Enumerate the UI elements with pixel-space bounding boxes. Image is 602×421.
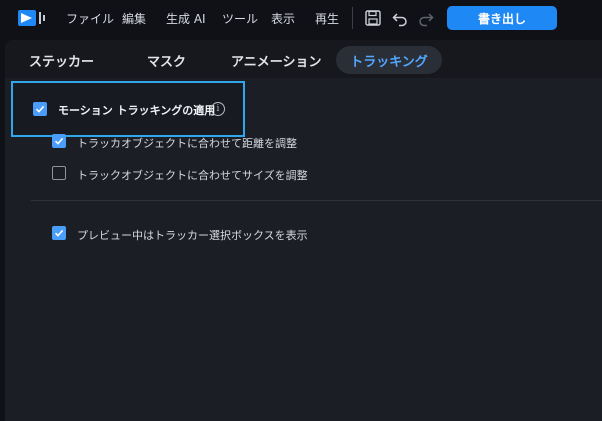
tab-tracking[interactable]: トラッキング [336,46,442,74]
adjust-size-label: トラックオブジェクトに合わせてサイズを調整 [77,169,308,182]
menu-tools[interactable]: ツール [222,10,258,27]
check-icon [35,105,45,113]
menu-edit[interactable]: 編集 [122,10,146,27]
tab-stickers[interactable]: ステッカー [17,46,106,74]
info-icon[interactable]: i [211,102,225,116]
check-icon [54,137,64,145]
menu-view[interactable]: 表示 [271,10,295,27]
show-tracker-box-label: プレビュー中はトラッカー選択ボックスを表示 [77,229,308,242]
redo-icon[interactable] [417,9,435,27]
apply-motion-tracking-label: モーション トラッキングの適用 [58,104,216,117]
section-divider [31,200,602,201]
show-tracker-box-checkbox[interactable] [52,226,66,240]
app-logo-icon[interactable] [18,8,48,28]
properties-panel: ステッカー マスク アニメーション トラッキング モーション トラッキングの適用… [5,40,602,421]
adjust-distance-checkbox[interactable] [52,134,66,148]
menu-bar: ファイル 編集 生成 AI ツール 表示 再生 書き出し [0,0,602,36]
tab-animation[interactable]: アニメーション [219,46,333,74]
adjust-size-checkbox[interactable] [52,166,66,180]
menu-divider [352,7,353,29]
tab-bar: ステッカー マスク アニメーション トラッキング [5,40,602,78]
tab-mask[interactable]: マスク [135,46,198,74]
save-icon[interactable] [364,9,382,27]
menu-playback[interactable]: 再生 [315,10,339,27]
menu-file[interactable]: ファイル [66,10,114,27]
undo-icon[interactable] [391,9,409,27]
menu-generative-ai[interactable]: 生成 AI [166,10,206,27]
export-button[interactable]: 書き出し [447,6,557,30]
apply-motion-tracking-checkbox[interactable] [33,102,47,116]
adjust-distance-label: トラッカオブジェクトに合わせて距離を調整 [77,137,297,150]
check-icon [54,229,64,237]
